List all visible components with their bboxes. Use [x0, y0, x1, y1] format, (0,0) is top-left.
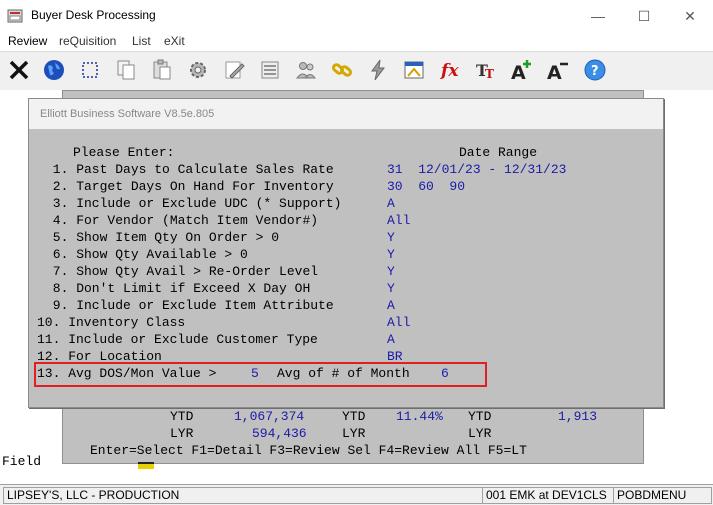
option-value-10[interactable]: All — [387, 315, 410, 330]
font-tt-icon[interactable]: TT — [471, 55, 501, 85]
option-label-9: 9. Include or Exclude Item Attribute — [45, 298, 334, 313]
ytd-value-1: 1,067,374 — [234, 409, 305, 424]
option-label-2: 2. Target Days On Hand For Inventory — [45, 179, 334, 194]
option-value-8[interactable]: Y — [387, 281, 395, 296]
close-button[interactable]: ✕ — [667, 0, 713, 32]
list-icon[interactable] — [255, 55, 285, 85]
users-icon[interactable] — [291, 55, 321, 85]
ytd-value-3: 1,913 — [558, 409, 598, 424]
status-bar: LIPSEY'S, LLC - PRODUCTION 001 EMK at DE… — [0, 484, 713, 505]
font-grow-icon[interactable]: A — [507, 55, 537, 85]
please-enter-heading: Please Enter: — [73, 145, 175, 160]
lyr-label-3: LYR — [468, 426, 492, 441]
dialog-body: Please Enter: Date Range 1. Past Days to… — [35, 129, 657, 401]
option-label-3: 3. Include or Exclude UDC (* Support) — [45, 196, 342, 211]
globe-icon[interactable] — [39, 55, 69, 85]
status-session: 001 EMK at DEV1CLS — [482, 487, 614, 504]
option-label-6: 6. Show Qty Available > 0 — [45, 247, 248, 262]
title-bar: Buyer Desk Processing — ☐ ✕ — [0, 0, 713, 32]
option-label-10: 10. Inventory Class — [37, 315, 186, 330]
help-icon[interactable]: ? — [580, 55, 610, 85]
field-label: Field — [2, 454, 42, 469]
close-x-icon[interactable] — [4, 55, 34, 85]
svg-text:fx: fx — [440, 61, 459, 81]
function-fx-icon[interactable]: fx — [435, 55, 465, 85]
option-value-5[interactable]: Y — [387, 230, 395, 245]
lyr-label-1: LYR — [170, 426, 194, 441]
option-value-3[interactable]: A — [387, 196, 395, 211]
cursor-marker — [138, 462, 154, 469]
lightning-icon[interactable] — [363, 55, 393, 85]
option-value-6[interactable]: Y — [387, 247, 395, 262]
option-label-7: 7. Show Qty Avail > Re-Order Level — [45, 264, 319, 279]
menu-list[interactable]: List — [132, 34, 151, 48]
option-value-7[interactable]: Y — [387, 264, 395, 279]
maximize-button[interactable]: ☐ — [621, 0, 667, 32]
window-title: Buyer Desk Processing — [31, 8, 156, 22]
ytd-value-2: 11.44% — [396, 409, 443, 424]
function-key-help: Enter=Select F1=Detail F3=Review Sel F4=… — [90, 443, 527, 458]
menu-review[interactable]: Review — [8, 34, 47, 48]
option-label-11: 11. Include or Exclude Customer Type — [37, 332, 318, 347]
dialog-title-bar: Elliott Business Software V8.5e.805 — [29, 99, 663, 129]
option-label-5: 5. Show Item Qty On Order > 0 — [45, 230, 280, 245]
svg-text:A: A — [547, 62, 562, 82]
select-rect-icon[interactable] — [75, 55, 105, 85]
calculator-window-icon[interactable] — [399, 55, 429, 85]
app-icon — [7, 8, 23, 24]
svg-text:?: ? — [591, 64, 599, 79]
option-label-4: 4. For Vendor (Match Item Vendor#) — [45, 213, 319, 228]
dialog-title: Elliott Business Software V8.5e.805 — [40, 108, 215, 120]
menu-bar: Review reQuisition List eXit — [0, 32, 713, 51]
row-13-highlight — [34, 362, 487, 387]
option-value-4[interactable]: All — [387, 213, 410, 228]
lyr-value-1: 594,436 — [252, 426, 307, 441]
svg-text:T: T — [485, 67, 494, 81]
option-value-2[interactable]: 30 60 90 — [387, 179, 465, 194]
ytd-label-2: YTD — [342, 409, 366, 424]
minimize-button[interactable]: — — [575, 0, 621, 32]
edit-icon[interactable] — [219, 55, 249, 85]
status-menu: POBDMENU — [613, 487, 712, 504]
status-company: LIPSEY'S, LLC - PRODUCTION — [3, 487, 483, 504]
option-value-9[interactable]: A — [387, 298, 395, 313]
menu-requisition[interactable]: reQuisition — [59, 34, 116, 48]
link-chain-icon[interactable] — [327, 55, 357, 85]
option-value-11[interactable]: A — [387, 332, 395, 347]
ytd-label-3: YTD — [468, 409, 492, 424]
settings-icon[interactable] — [183, 55, 213, 85]
lyr-label-2: LYR — [342, 426, 366, 441]
option-label-1: 1. Past Days to Calculate Sales Rate — [45, 162, 334, 177]
option-label-8: 8. Don't Limit if Exceed X Day OH — [45, 281, 311, 296]
paste-icon[interactable] — [147, 55, 177, 85]
copy-icon[interactable] — [111, 55, 141, 85]
date-range-heading: Date Range — [459, 145, 538, 160]
menu-exit[interactable]: eXit — [164, 34, 185, 48]
font-shrink-icon[interactable]: A — [543, 55, 573, 85]
option-value-1[interactable]: 31 12/01/23 - 12/31/23 — [387, 162, 566, 177]
toolbar: fx TT A A ? — [0, 51, 713, 91]
ytd-label-1: YTD — [170, 409, 194, 424]
